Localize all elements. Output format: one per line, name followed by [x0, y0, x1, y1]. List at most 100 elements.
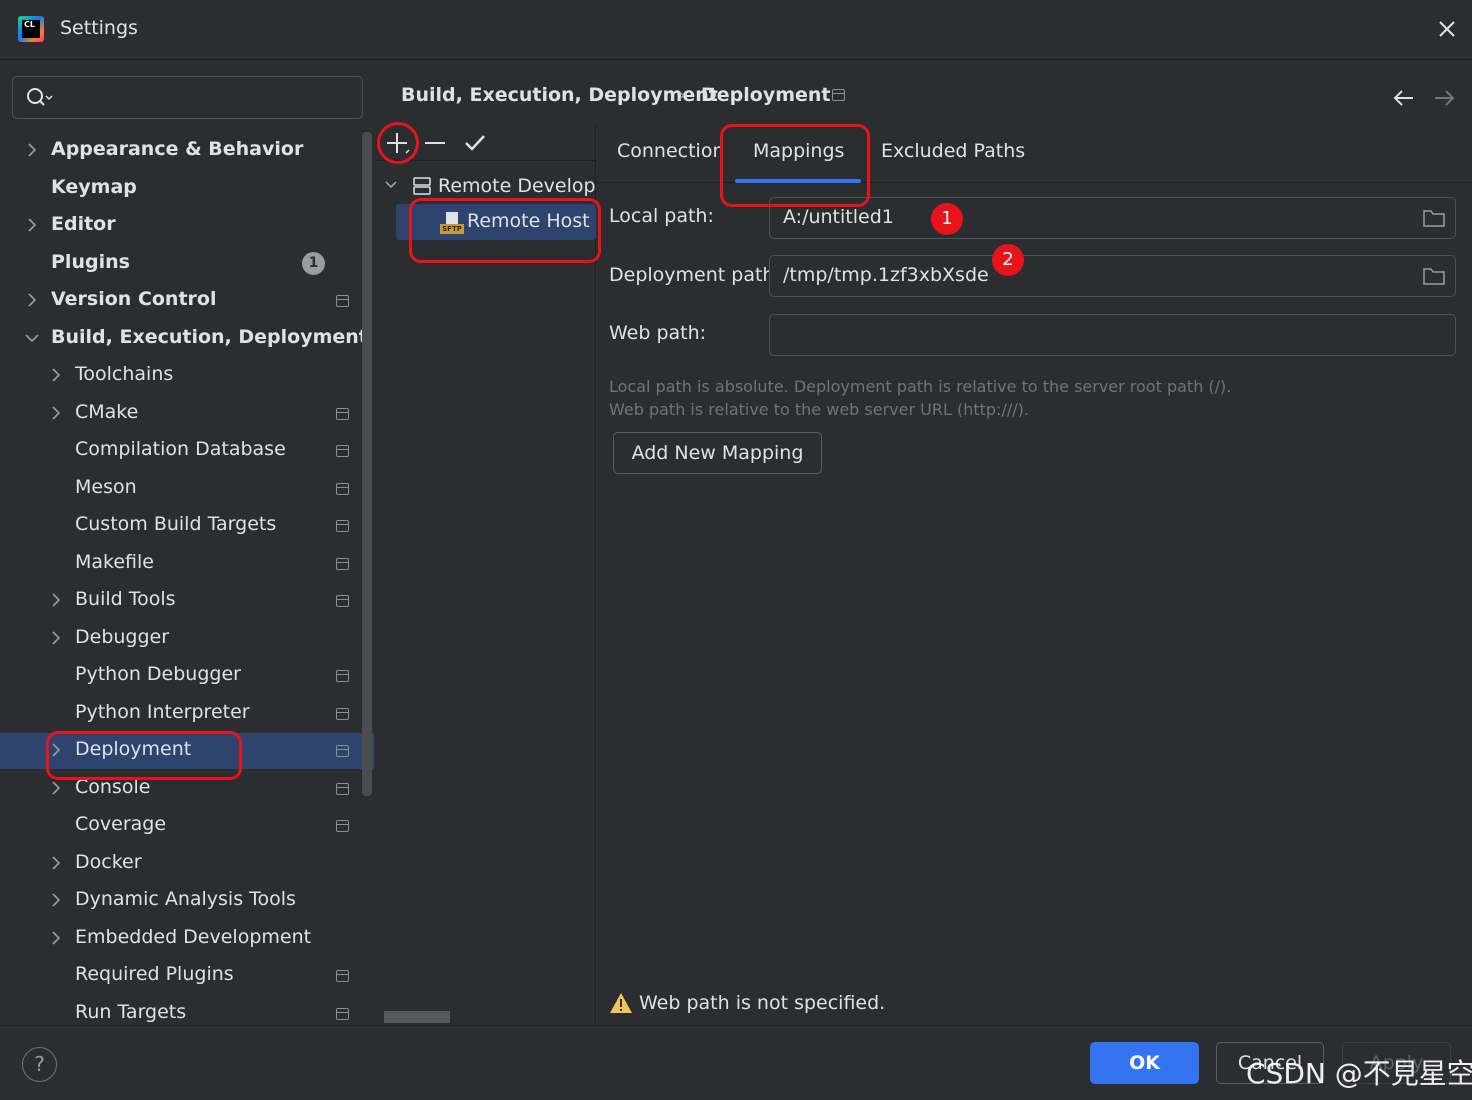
sidebar-item-python-debugger[interactable]: Python Debugger [0, 658, 360, 694]
project-settings-icon [336, 520, 349, 532]
sidebar-item-build-execution-deployment[interactable]: Build, Execution, Deployment [0, 321, 368, 357]
help-button[interactable]: ? [22, 1047, 57, 1082]
sidebar-item-label: Required Plugins [75, 963, 234, 985]
sidebar-item-makefile[interactable]: Makefile [0, 546, 360, 582]
chevron-right-icon[interactable] [49, 891, 63, 909]
chevron-right-icon[interactable] [25, 291, 39, 309]
annotation-box-server [409, 198, 601, 263]
project-settings-icon [832, 89, 845, 101]
window-title: Settings [60, 17, 138, 39]
back-arrow-icon[interactable] [1390, 86, 1418, 110]
chevron-right-icon[interactable] [49, 591, 63, 609]
sidebar-item-toolchains[interactable]: Toolchains [0, 358, 360, 394]
deployment-path-value: /tmp/tmp.1zf3xbXsde [783, 264, 989, 286]
forward-arrow-icon[interactable] [1430, 86, 1458, 110]
annotation-badge-2: 2 [992, 244, 1024, 276]
breadcrumb-current: Deployment [701, 84, 831, 106]
sidebar-item-compilation-database[interactable]: Compilation Database [0, 433, 360, 469]
project-settings-icon [336, 707, 349, 720]
local-path-label: Local path: [609, 205, 714, 227]
project-settings-icon [336, 670, 349, 682]
project-settings-icon [336, 782, 349, 795]
folder-browse-icon[interactable] [1423, 208, 1445, 228]
sidebar-item-label: Build, Execution, Deployment [51, 325, 368, 348]
sidebar-item-label: Keymap [51, 175, 137, 198]
add-new-mapping-button[interactable]: Add New Mapping [613, 432, 822, 474]
chevron-right-icon[interactable] [25, 141, 39, 159]
local-path-field[interactable]: A:/untitled1 [769, 197, 1456, 239]
sidebar-item-version-control[interactable]: Version Control [0, 283, 360, 319]
sidebar-item-label: Plugins [51, 250, 130, 273]
chevron-right-icon[interactable] [49, 929, 63, 947]
chevron-right-icon[interactable] [49, 629, 63, 647]
project-settings-icon [336, 482, 349, 495]
remove-server-icon[interactable] [422, 130, 448, 156]
deployment-path-label: Deployment path: [609, 264, 781, 286]
project-settings-icon [336, 970, 349, 982]
project-settings-icon [336, 557, 349, 570]
sidebar-item-label: Compilation Database [75, 438, 286, 460]
search-icon [27, 88, 53, 106]
sidebar-item-editor[interactable]: Editor [0, 208, 360, 244]
sidebar-item-dynamic-analysis-tools[interactable]: Dynamic Analysis Tools [0, 883, 360, 919]
mapping-hint-line2: Web path is relative to the web server U… [609, 400, 1029, 419]
sidebar-item-build-tools[interactable]: Build Tools [0, 583, 360, 619]
sidebar-item-label: Editor [51, 213, 116, 235]
project-settings-icon [336, 595, 349, 607]
set-default-check-icon[interactable] [462, 130, 488, 156]
project-settings-icon [336, 820, 349, 832]
sidebar-item-label: Docker [75, 850, 142, 873]
project-settings-icon [336, 1007, 349, 1020]
annotation-badge-1: 1 [931, 203, 963, 235]
project-settings-icon [336, 445, 349, 457]
plugins-update-badge: 1 [302, 252, 325, 275]
folder-browse-icon[interactable] [1423, 266, 1445, 286]
sidebar-item-required-plugins[interactable]: Required Plugins [0, 958, 360, 994]
sidebar-item-embedded-development[interactable]: Embedded Development [0, 921, 360, 957]
project-settings-icon [336, 407, 349, 420]
sidebar-item-python-interpreter[interactable]: Python Interpreter [0, 696, 360, 732]
annotation-box-deployment [46, 731, 242, 780]
chevron-down-icon[interactable] [25, 329, 39, 347]
ok-button[interactable]: OK [1090, 1042, 1199, 1084]
annotation-box-mappings-tab [720, 124, 870, 207]
sidebar-item-label: Meson [75, 475, 137, 498]
sidebar-item-label: CMake [75, 400, 139, 423]
app-logo-icon: CL [18, 16, 44, 42]
sidebar-item-coverage[interactable]: Coverage [0, 808, 360, 844]
chevron-right-icon[interactable] [49, 779, 63, 797]
close-icon[interactable] [1432, 14, 1462, 44]
search-input[interactable] [12, 76, 363, 119]
sidebar-item-docker[interactable]: Docker [0, 846, 360, 882]
web-path-label: Web path: [609, 322, 707, 344]
sidebar-item-label: Version Control [51, 288, 217, 310]
server-group-label: Remote Developm [438, 175, 596, 197]
mapping-hint-line1: Local path is absolute. Deployment path … [609, 377, 1232, 396]
sidebar-item-meson[interactable]: Meson [0, 471, 360, 507]
sidebar-item-label: Custom Build Targets [75, 513, 277, 535]
sidebar-item-appearance-behavior[interactable]: Appearance & Behavior [0, 133, 360, 169]
sidebar-item-keymap[interactable]: Keymap [0, 171, 360, 207]
chevron-right-icon[interactable] [49, 404, 63, 422]
web-path-field[interactable] [769, 314, 1456, 356]
sidebar-item-label: Appearance & Behavior [51, 138, 304, 160]
project-settings-icon [336, 295, 349, 307]
chevron-right-icon[interactable] [49, 854, 63, 872]
chevron-down-icon[interactable] [384, 178, 398, 192]
tab-connection[interactable]: Connection [617, 140, 725, 162]
server-list-scrollbar[interactable] [384, 1011, 450, 1023]
sidebar-item-custom-build-targets[interactable]: Custom Build Targets [0, 508, 360, 544]
tab-excluded-paths[interactable]: Excluded Paths [881, 140, 1025, 162]
chevron-right-icon[interactable] [49, 366, 63, 384]
sidebar-item-debugger[interactable]: Debugger [0, 621, 360, 657]
chevron-right-icon[interactable] [25, 216, 39, 234]
server-group-icon [413, 177, 431, 195]
sidebar-item-label: Embedded Development [75, 925, 312, 948]
sidebar-scrollbar[interactable] [362, 132, 372, 796]
warning-icon [610, 993, 632, 1013]
sidebar-item-cmake[interactable]: CMake [0, 396, 360, 432]
breadcrumb-separator: › [678, 84, 686, 106]
sidebar-item-label: Coverage [75, 813, 167, 835]
breadcrumb-parent[interactable]: Build, Execution, Deployment [401, 84, 718, 106]
deployment-path-field[interactable]: /tmp/tmp.1zf3xbXsde [769, 255, 1456, 297]
